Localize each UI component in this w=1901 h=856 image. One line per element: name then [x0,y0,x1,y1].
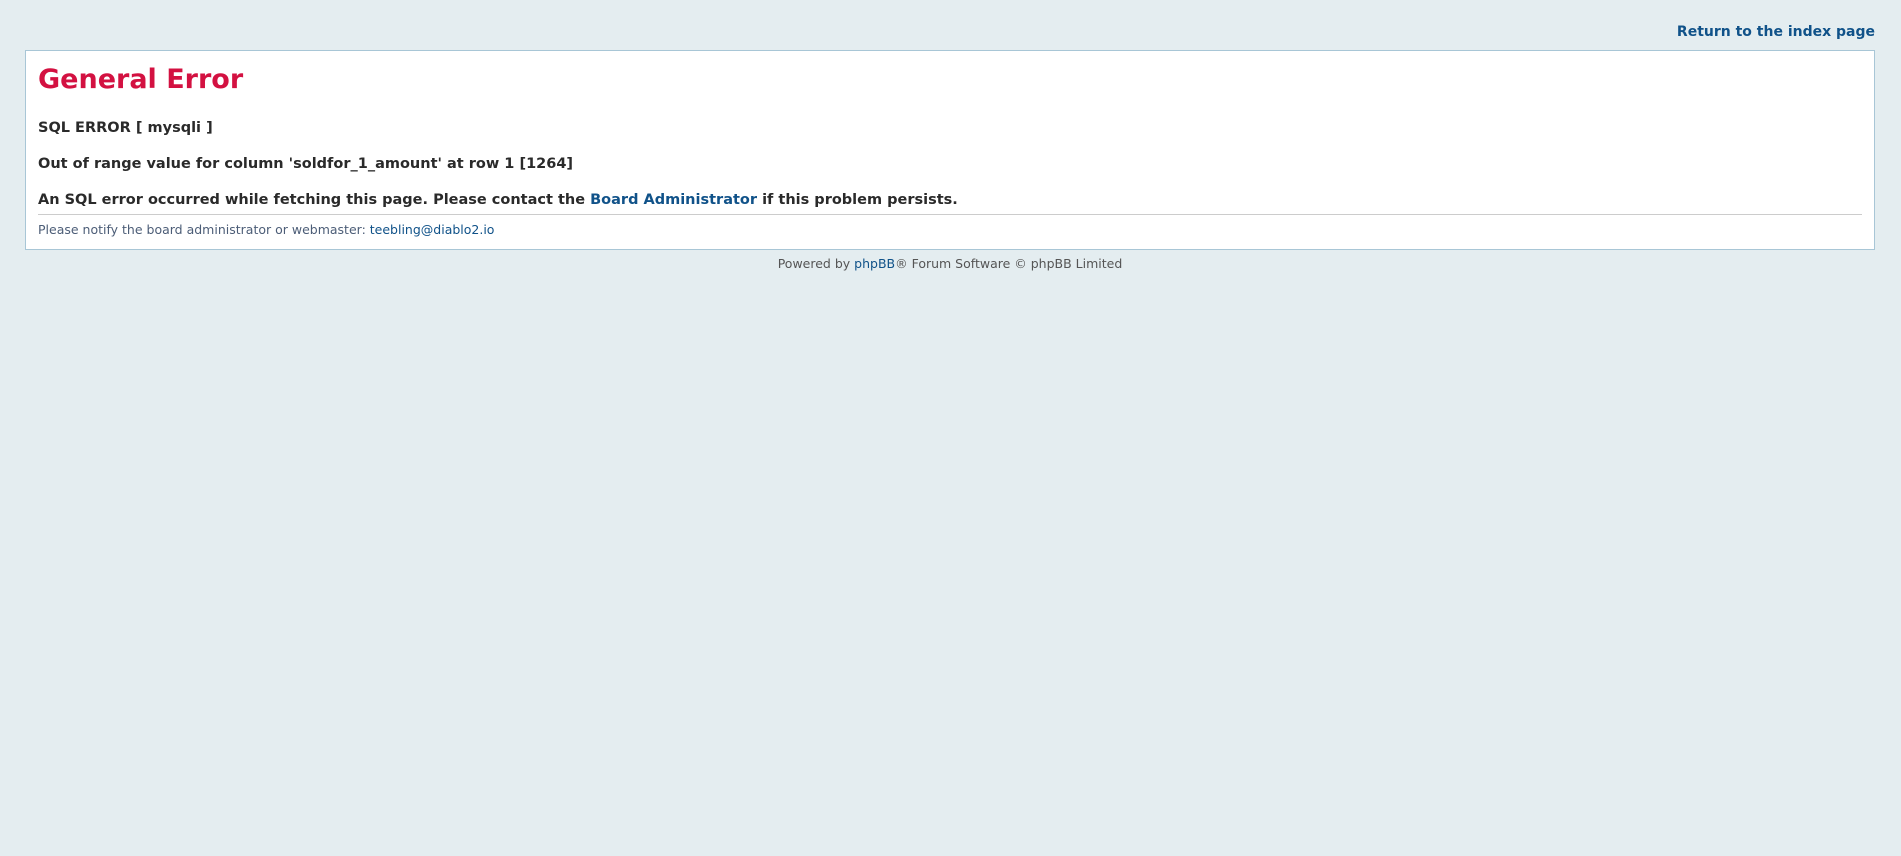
help-text-after: if this problem persists. [757,192,958,208]
divider [38,214,1862,215]
error-panel: General Error SQL ERROR [ mysqli ] Out o… [25,50,1875,250]
notify-text: Please notify the board administrator or… [38,222,370,237]
webmaster-email-link[interactable]: teebling@diablo2.io [370,222,495,237]
copyright-text: ® Forum Software © phpBB Limited [895,256,1123,271]
top-link-row: Return to the index page [25,18,1875,50]
powered-by-text: Powered by [777,256,855,271]
sql-error-message: Out of range value for column 'soldfor_1… [38,156,574,172]
error-title: General Error [38,64,244,95]
return-to-index-link[interactable]: Return to the index page [1677,24,1875,40]
page-wrapper: Return to the index page General Error S… [25,18,1875,273]
help-text-before: An SQL error occurred while fetching thi… [38,192,591,208]
notify-line: Please notify the board administrator or… [38,221,1862,239]
board-administrator-link[interactable]: Board Administrator [590,192,757,208]
phpbb-link[interactable]: phpBB [854,256,895,271]
sql-error-help: An SQL error occurred while fetching thi… [38,191,1862,209]
footer: Powered by phpBB® Forum Software © phpBB… [25,255,1875,273]
sql-error-type: SQL ERROR [ mysqli ] [38,120,213,136]
